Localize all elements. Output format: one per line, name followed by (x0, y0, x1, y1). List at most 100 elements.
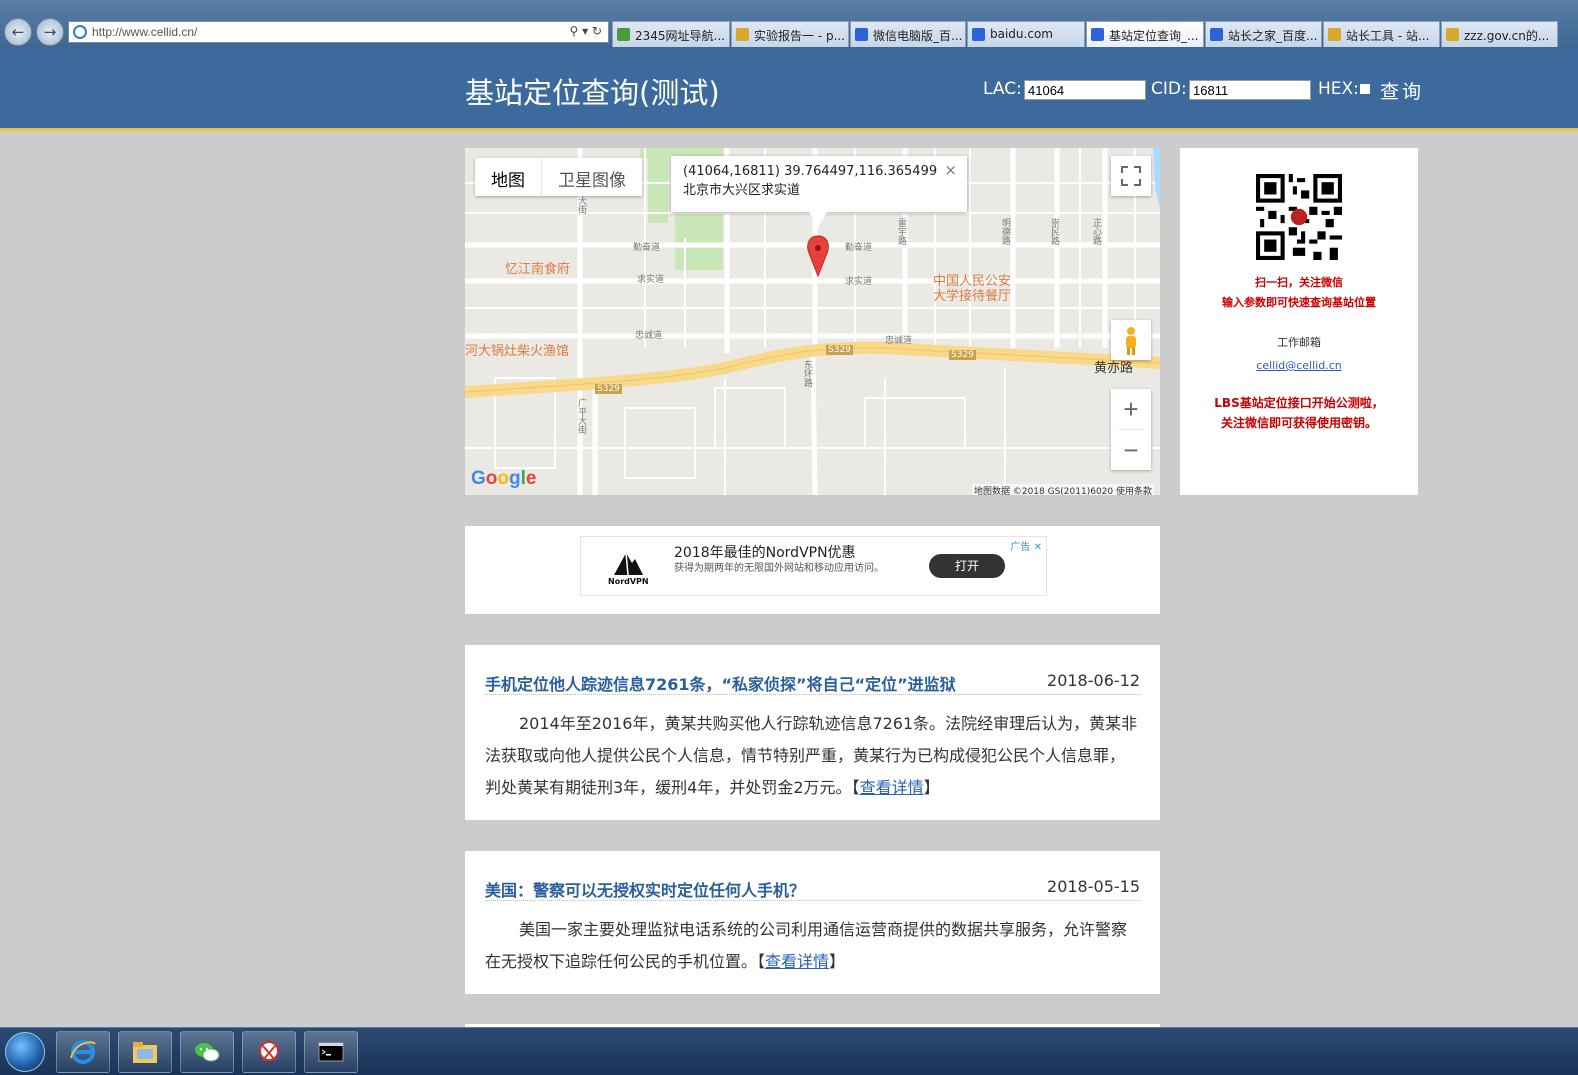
news-card: 手机定位他人踪迹信息7261条，“私家侦探”将自己“定位”进监狱 2018-06… (465, 645, 1160, 820)
map-credits[interactable]: 地图数据 ©2018 GS(2011)6020 使用条款 (971, 484, 1154, 495)
wechat-icon (195, 1043, 220, 1062)
pegman-icon[interactable] (1111, 320, 1151, 360)
ad-close-icon: ✕ (1033, 542, 1042, 553)
road-label: 求实道 (637, 275, 665, 285)
highway-shield: S329 (949, 350, 976, 360)
browser-tab[interactable]: 2345网址导航... (612, 21, 730, 47)
email-label: 工作邮箱 (1277, 336, 1321, 349)
poi-restaurant[interactable]: 大学接待餐厅 (933, 285, 1011, 304)
back-button[interactable]: ← (4, 18, 32, 46)
road-label: 崇民路 (1049, 218, 1059, 245)
road-label: 勤奋道 (633, 243, 661, 253)
tab-favicon-icon (736, 28, 749, 41)
ad-title[interactable]: 2018年最佳的NordVPN优惠 (674, 542, 856, 562)
tab-favicon-icon (972, 28, 985, 41)
road-label: 忠诚道 (635, 331, 663, 341)
side-panel: 扫一扫，关注微信 输入参数即可快速查询基站位置 工作邮箱 cellid@cell… (1180, 148, 1418, 495)
search-refresh-icon[interactable]: ⚲ ▾ ↻ (570, 24, 603, 38)
browser-tab[interactable]: zzz.gov.cn的... (1441, 21, 1558, 47)
tab-favicon-icon (1210, 28, 1223, 41)
browser-tab[interactable]: 站长工具 - 站... (1323, 21, 1440, 47)
fullscreen-icon[interactable] (1111, 156, 1151, 196)
email-link[interactable]: cellid@cellid.cn (1256, 359, 1341, 372)
ad-banner[interactable]: NordVPN 2018年最佳的NordVPN优惠 获得为期两年的无限国外网站和… (580, 536, 1047, 596)
page-title: 基站定位查询(测试) (465, 76, 720, 110)
zoom-out-button[interactable]: − (1111, 430, 1151, 470)
taskbar (0, 1027, 1578, 1075)
taskbar-cmd[interactable] (304, 1031, 358, 1073)
tab-favicon-icon (1091, 28, 1104, 41)
map-type-control: 地图 卫星图像 (475, 158, 642, 196)
promo-subtext: 关注微信即可获得使用密钥。 (1220, 416, 1377, 430)
tab-favicon-icon (1446, 28, 1459, 41)
ad-brand: NordVPN (608, 577, 649, 586)
info-coords: (41064,16811) 39.764497,116.365499 (683, 164, 938, 179)
tab-favicon-icon (1328, 28, 1341, 41)
ad-tag[interactable]: 广告 ✕ (1010, 538, 1042, 553)
browser-tab[interactable]: 站长之家_百度... (1205, 21, 1322, 47)
scan-text: 扫一扫，关注微信 (1255, 276, 1343, 289)
hex-checkbox[interactable] (1360, 84, 1370, 94)
lac-label: LAC: (983, 79, 1022, 99)
start-button[interactable] (5, 1032, 45, 1072)
google-logo: Google (471, 468, 537, 489)
taskbar-wechat[interactable] (180, 1031, 234, 1073)
browser-tab[interactable]: baidu.com (967, 21, 1085, 47)
highway-shield: S329 (826, 345, 853, 355)
news-date: 2018-05-15 (1047, 877, 1140, 896)
cid-input[interactable] (1189, 80, 1311, 100)
taskbar-explorer[interactable] (118, 1031, 172, 1073)
taskbar-ie[interactable] (56, 1031, 110, 1073)
news-title[interactable]: 美国：警察可以无授权实时定位任何人手机？ (485, 877, 805, 901)
tab-favicon-icon (617, 28, 630, 41)
forward-button[interactable]: → (36, 18, 64, 46)
map-view[interactable]: 大街 勤奋道 求实道 忠诚道 东环路 广平大街 雷宇路 明德路 崇民路 正心路 … (465, 148, 1160, 495)
browser-toolbar: ← → http://www.cellid.cn/ ⚲ ▾ ↻ 2345网址导航… (0, 0, 1578, 49)
zoom-in-button[interactable]: + (1111, 389, 1151, 429)
read-more-link[interactable]: 查看详情 (860, 778, 924, 797)
ad-open-button[interactable]: 打开 (929, 554, 1005, 578)
map-type-satellite-button[interactable]: 卫星图像 (541, 158, 642, 196)
road-label: 勤奋道 (845, 243, 873, 253)
query-button[interactable]: 查询 (1380, 77, 1424, 104)
news-header: 美国：警察可以无授权实时定位任何人手机？ 2018-05-15 (485, 851, 1140, 901)
news-date: 2018-06-12 (1047, 671, 1140, 690)
road-label: 明德路 (1000, 218, 1010, 245)
highway-shield: S329 (595, 384, 622, 394)
info-window: (41064,16811) 39.764497,116.365499 北京市大兴… (671, 156, 967, 228)
map-type-map-button[interactable]: 地图 (475, 158, 541, 196)
browser-tab-active[interactable]: 基站定位查询_... (1086, 21, 1204, 47)
ie-page-icon (73, 25, 87, 39)
hex-label: HEX: (1318, 79, 1359, 99)
news-card: 美国：警察可以无授权实时定位任何人手机？ 2018-05-15 美国一家主要处理… (465, 851, 1160, 994)
road-label: 广平大街 (576, 398, 586, 434)
news-title[interactable]: 手机定位他人踪迹信息7261条，“私家侦探”将自己“定位”进监狱 (485, 671, 956, 695)
command-prompt-icon (318, 1042, 344, 1062)
site-header: 基站定位查询(测试) LAC: CID: HEX: 查询 (0, 48, 1578, 131)
poi-restaurant[interactable]: 忆江南食府 (505, 258, 570, 277)
browser-tab[interactable]: 实验报告一 - p... (731, 21, 849, 47)
taskbar-snipping-tool[interactable] (242, 1031, 296, 1073)
news-body: 2014年至2016年，黄某共购买他人行踪轨迹信息7261条。法院经审理后认为，… (485, 714, 1138, 797)
poi-restaurant[interactable]: 河大锅灶柴火渔馆 (465, 340, 569, 359)
address-bar[interactable]: http://www.cellid.cn/ ⚲ ▾ ↻ (68, 21, 609, 43)
road-label: 雷宇路 (896, 218, 906, 245)
read-more-link[interactable]: 查看详情 (765, 952, 829, 971)
promo-text: LBS基站定位接口开始公测啦， (1214, 396, 1384, 410)
lac-input[interactable] (1024, 80, 1146, 100)
cid-label: CID: (1151, 79, 1187, 99)
road-label: 求实道 (845, 277, 873, 287)
scan-subtext: 输入参数即可快速查询基站位置 (1222, 296, 1376, 309)
ad-description: 获得为期两年的无限国外网站和移动应用访问。 (674, 563, 884, 574)
zoom-control: + − (1111, 389, 1151, 470)
scissors-icon (259, 1041, 279, 1061)
internet-explorer-icon (70, 1040, 96, 1064)
folder-icon (133, 1042, 157, 1063)
road-label: 大街 (576, 196, 586, 214)
tab-favicon-icon (855, 28, 868, 41)
road-label: 正心路 (1091, 218, 1101, 245)
qr-code-icon (1256, 174, 1342, 260)
close-icon[interactable]: × (944, 161, 957, 179)
info-address: 北京市大兴区求实道 (683, 183, 801, 198)
browser-tab[interactable]: 微信电脑版_百... (850, 21, 966, 47)
